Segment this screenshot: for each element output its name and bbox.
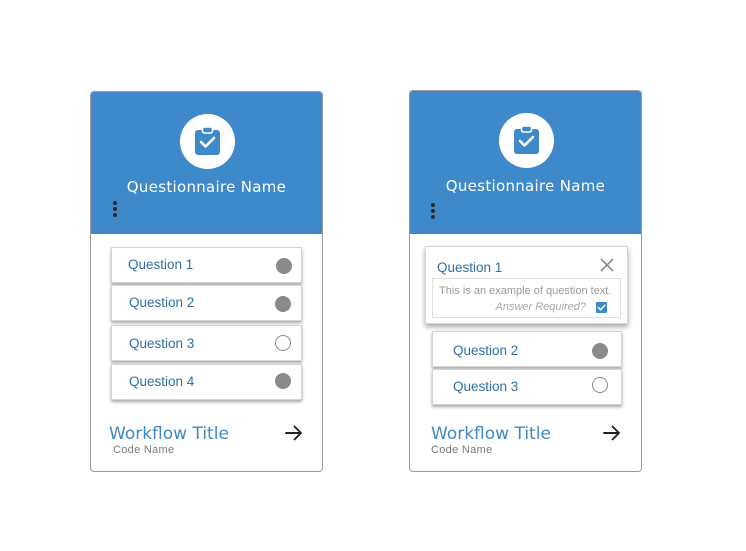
question-label: Question 3 bbox=[453, 379, 519, 394]
question-row-1[interactable]: Question 1 bbox=[111, 247, 302, 283]
questionnaire-card: Questionnaire Name Question 1 Question 2… bbox=[90, 91, 323, 472]
status-filled-icon bbox=[275, 373, 291, 389]
clipboard-check-icon bbox=[499, 113, 554, 168]
code-name: Code Name bbox=[113, 444, 175, 456]
questionnaire-name: Questionnaire Name bbox=[445, 177, 606, 195]
question-row-3[interactable]: Question 3 bbox=[111, 325, 302, 361]
question-text: This is an example of question text. bbox=[439, 285, 612, 297]
status-filled-icon bbox=[276, 258, 292, 274]
status-filled-icon bbox=[275, 296, 291, 312]
answer-required-label: Answer Required? bbox=[495, 301, 587, 313]
arrow-right-icon[interactable] bbox=[285, 425, 303, 441]
close-icon[interactable] bbox=[600, 258, 614, 272]
checkbox-checked-icon[interactable] bbox=[596, 302, 607, 313]
status-filled-icon bbox=[592, 343, 608, 359]
questionnaire-name: Questionnaire Name bbox=[126, 178, 287, 196]
question-label: Question 3 bbox=[129, 336, 195, 351]
question-row-4[interactable]: Question 4 bbox=[111, 364, 302, 400]
question-row-2[interactable]: Question 2 bbox=[432, 331, 622, 367]
more-vertical-icon[interactable] bbox=[111, 201, 119, 219]
question-label: Question 1 bbox=[437, 260, 503, 275]
answer-field[interactable]: This is an example of question text. Ans… bbox=[432, 278, 621, 318]
clipboard-check-icon bbox=[180, 114, 235, 169]
workflow-title[interactable]: Workflow Title bbox=[109, 424, 229, 444]
expanded-question-panel: Question 1 This is an example of questio… bbox=[425, 246, 628, 324]
question-label: Question 2 bbox=[453, 343, 519, 358]
question-row-3[interactable]: Question 3 bbox=[432, 369, 622, 405]
workflow-title[interactable]: Workflow Title bbox=[431, 424, 551, 444]
card-header: Questionnaire Name bbox=[410, 91, 641, 234]
question-label: Question 2 bbox=[129, 295, 195, 310]
question-label: Question 4 bbox=[129, 374, 195, 389]
more-vertical-icon[interactable] bbox=[429, 203, 437, 221]
questionnaire-card-expanded: Questionnaire Name Question 1 This is an… bbox=[409, 90, 642, 472]
arrow-right-icon[interactable] bbox=[603, 425, 621, 441]
question-label: Question 1 bbox=[128, 257, 194, 272]
card-header: Questionnaire Name bbox=[91, 92, 322, 234]
status-empty-icon bbox=[275, 335, 291, 351]
code-name: Code Name bbox=[431, 444, 493, 456]
question-row-2[interactable]: Question 2 bbox=[111, 285, 302, 321]
status-empty-icon bbox=[592, 377, 608, 393]
